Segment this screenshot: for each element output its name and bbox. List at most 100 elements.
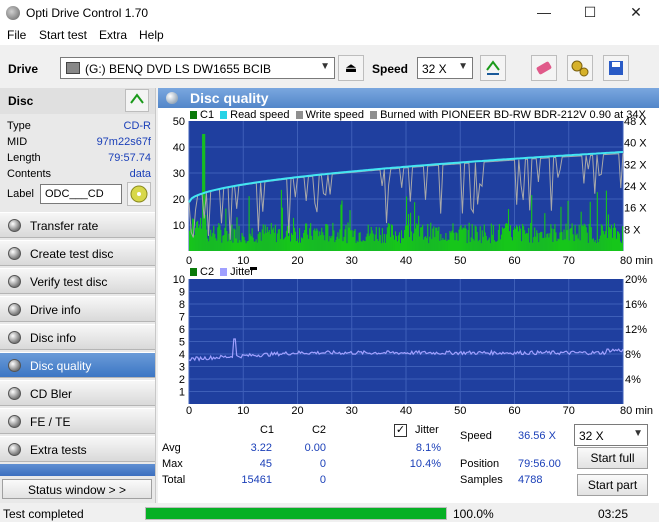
nav-fe-te[interactable]: FE / TE (0, 408, 155, 434)
menu-help[interactable]: Help (139, 28, 164, 42)
c1-bar (423, 239, 425, 251)
c1-bar (575, 235, 577, 251)
c1-bar (491, 234, 493, 251)
c1-bar (331, 235, 333, 251)
c1-bar (612, 227, 615, 251)
disc-refresh-button[interactable] (125, 89, 149, 112)
c1-bar (206, 229, 208, 251)
c1-bar (548, 237, 550, 251)
minimize-button[interactable]: — (521, 0, 567, 25)
c1-bar (581, 225, 583, 251)
c1-bar (512, 229, 515, 251)
c1-y-tick-left: 40 (173, 142, 185, 154)
close-button[interactable]: ✕ (613, 0, 659, 25)
disc-length-value: 79:57.74 (108, 152, 151, 164)
elapsed-time: 03:25 (598, 507, 629, 521)
c1-bar (469, 241, 471, 251)
c1-bar (194, 235, 196, 251)
nav-transfer-rate[interactable]: Transfer rate (0, 212, 155, 238)
menu-extra[interactable]: Extra (99, 28, 127, 42)
eject-button[interactable]: ⏏ (338, 55, 364, 81)
c1-bar (487, 239, 489, 251)
stats-max-c1: 45 (259, 458, 272, 470)
status-window-button[interactable]: Status window > > (2, 479, 152, 499)
c1-bar (210, 229, 212, 251)
disc-label-button[interactable] (127, 182, 151, 206)
c1-y-tick-right: 32 X (624, 159, 647, 171)
nav-disc-info[interactable]: Disc info (0, 324, 155, 350)
c1-bar (225, 208, 227, 251)
nav-disc-quality[interactable]: Disc quality (0, 352, 155, 378)
c1-bar (477, 241, 479, 251)
nav-verify-test-disc[interactable]: Verify test disc (0, 268, 155, 294)
status-bar: Test completed 100.0% 03:25 (0, 505, 659, 522)
c1-bar (246, 241, 248, 251)
c1-bar (280, 189, 282, 251)
c1-bar (355, 242, 357, 251)
c1-bar (397, 235, 400, 251)
nav-extra-tests[interactable]: Extra tests (0, 436, 155, 462)
c1-bar (262, 224, 264, 251)
c1-bar (325, 224, 327, 251)
c1-bar (591, 239, 593, 251)
start-part-button[interactable]: Start part (577, 474, 648, 496)
erase-button[interactable] (531, 55, 557, 81)
c1-bar (574, 225, 576, 251)
c1-bar (412, 240, 414, 251)
maximize-button[interactable]: ☐ (567, 0, 613, 25)
menu-start-test[interactable]: Start test (39, 28, 87, 42)
jitter-checkbox[interactable]: ✓ (394, 424, 407, 437)
c1-bar (482, 236, 484, 251)
c1-bar (248, 196, 250, 251)
c1-bar (555, 232, 557, 251)
c2-y-tick-right: 8% (625, 349, 641, 361)
c1-bar (358, 232, 360, 251)
c1-bar (315, 231, 317, 251)
c1-bar (490, 223, 492, 251)
c1-bar (356, 240, 358, 251)
start-full-button[interactable]: Start full (577, 447, 648, 469)
nav-cd-bler[interactable]: CD Bler (0, 380, 155, 406)
c1-bar (598, 238, 600, 251)
menu-file[interactable]: File (7, 28, 26, 42)
nav-create-test-disc[interactable]: Create test disc (0, 240, 155, 266)
save-button[interactable] (603, 55, 629, 81)
stats-col-c2: C2 (311, 424, 327, 436)
c1-bar (361, 241, 363, 251)
settings-button[interactable] (567, 55, 593, 81)
c1-bar (481, 230, 483, 251)
floppy-icon (609, 61, 623, 75)
refresh-button[interactable] (480, 55, 506, 81)
c1-bar (406, 196, 408, 251)
c1-bar (492, 225, 494, 251)
c1-bar (421, 227, 423, 251)
nav-drive-info[interactable]: Drive info (0, 296, 155, 322)
c1-bar (488, 237, 490, 251)
c1-bar (272, 227, 274, 251)
c1-bar (360, 241, 362, 251)
c1-bar (345, 225, 347, 251)
c1-bar (530, 222, 532, 251)
disc-icon (8, 275, 21, 288)
c2-x-tick: 10 (237, 405, 249, 414)
test-speed-select[interactable]: 32 X ▼ (574, 424, 648, 446)
c1-bar (454, 240, 456, 251)
c1-bar (388, 223, 390, 251)
window-title: Opti Drive Control 1.70 (26, 6, 149, 20)
c1-bar (420, 227, 422, 251)
c1-bar (323, 235, 325, 251)
position-value: 79:56.00 (518, 458, 561, 470)
c1-bar (499, 239, 501, 251)
c1-bar (369, 233, 371, 251)
c1-bar (437, 230, 439, 251)
c1-bar (231, 224, 233, 251)
drive-select[interactable]: (G:) BENQ DVD LS DW1655 BCIB ▼ (60, 57, 335, 79)
c1-bar (531, 195, 533, 251)
c1-bar (393, 239, 395, 251)
samples-label: Samples (460, 474, 503, 486)
legend-burned-with: Burned with PIONEER BD-RW BDR-212V 0.90 … (380, 109, 646, 121)
c1-bar (254, 241, 256, 251)
speed-select[interactable]: 32 X ▼ (417, 57, 473, 79)
disc-label-input[interactable]: ODC___CD (40, 184, 122, 204)
c2-y-tick-left: 4 (179, 349, 185, 361)
